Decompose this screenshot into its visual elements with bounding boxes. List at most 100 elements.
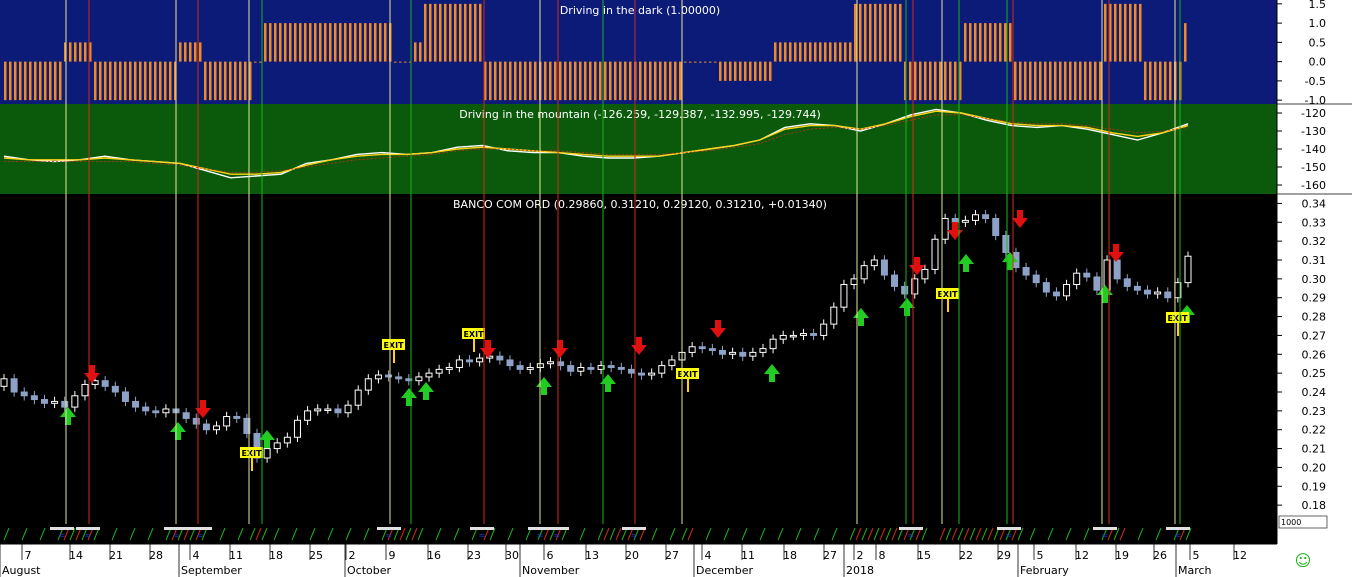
dark-y-label: 0.5 <box>1309 36 1327 49</box>
dark-bar <box>469 3 472 62</box>
dark-bar <box>854 3 857 62</box>
x-day-label: 14 <box>69 549 83 562</box>
candle-body <box>648 372 656 376</box>
dark-bar <box>384 23 387 62</box>
candle-body <box>850 278 858 286</box>
candle-body <box>1083 272 1091 278</box>
dark-bar <box>264 23 267 62</box>
dark-bar <box>739 61 742 81</box>
dark-bar <box>764 61 767 81</box>
dark-bar <box>544 61 547 101</box>
dark-bar <box>1094 61 1097 101</box>
dark-bar <box>39 61 42 101</box>
dark-bar <box>519 61 522 101</box>
candle-body <box>81 383 89 397</box>
dark-bar <box>169 61 172 101</box>
price-y-label: 0.34 <box>1302 197 1327 210</box>
dark-bar <box>829 42 832 62</box>
candle-body <box>30 395 38 401</box>
candle-body <box>334 408 342 414</box>
candle-body <box>324 408 332 411</box>
price-y-label: 0.20 <box>1302 461 1327 474</box>
mountain-y-label: -150 <box>1301 161 1326 174</box>
x-day-label: 18 <box>783 549 797 562</box>
dark-bar <box>494 61 497 101</box>
dark-bar <box>1029 61 1032 101</box>
candle-body <box>385 374 393 378</box>
dark-bar <box>694 61 697 63</box>
dark-bar <box>314 23 317 62</box>
dark-bar <box>19 61 22 101</box>
dark-bar <box>914 61 917 101</box>
candle-body <box>992 218 1000 236</box>
x-month-label: August <box>2 564 41 577</box>
candle-body <box>1022 267 1030 276</box>
dark-bar <box>504 61 507 101</box>
price-y-label: 0.32 <box>1302 235 1327 248</box>
candle-body <box>1123 278 1131 287</box>
x-day-label: 21 <box>109 549 123 562</box>
x-day-label: 30 <box>505 549 519 562</box>
dark-bar <box>949 61 952 101</box>
x-day-label: 29 <box>997 549 1011 562</box>
dark-bar <box>874 3 877 62</box>
dark-bar <box>549 61 552 101</box>
dark-bar <box>789 42 792 62</box>
dark-bar <box>109 61 112 101</box>
dark-bar <box>294 23 297 62</box>
candle-body <box>1154 291 1162 295</box>
candle-body <box>880 259 888 276</box>
dark-bar <box>479 3 482 62</box>
strip-glyph: ≈ <box>537 531 544 540</box>
dark-bar <box>909 61 912 101</box>
candle-body <box>121 391 129 402</box>
candle-body <box>152 410 160 414</box>
candle-body <box>61 400 69 408</box>
dark-bar <box>574 61 577 101</box>
dark-bar <box>524 61 527 101</box>
candle-body <box>314 408 322 412</box>
dark-bar <box>644 61 647 101</box>
dark-bar <box>979 23 982 62</box>
candle-body <box>1032 274 1040 284</box>
strip-bar <box>545 527 569 530</box>
candle-body <box>1144 289 1152 295</box>
x-month-label: December <box>696 564 754 577</box>
dark-bar <box>584 61 587 101</box>
candle-body <box>749 351 757 357</box>
candle-body <box>111 385 119 393</box>
dark-bar <box>284 23 287 62</box>
dark-bar <box>659 61 662 101</box>
dark-bar <box>1139 3 1142 62</box>
candle-body <box>1042 282 1050 293</box>
chart-stage: Driving in the dark (1.00000) Driving in… <box>0 0 1352 577</box>
candle-body <box>516 365 524 370</box>
dark-bar <box>1164 61 1167 101</box>
dark-bar <box>1104 3 1107 62</box>
dark-bar <box>594 61 597 101</box>
dark-bar <box>234 61 237 101</box>
dark-bar <box>159 61 162 101</box>
candle-body <box>708 348 716 352</box>
candle-body <box>830 306 838 325</box>
dark-bar <box>934 61 937 101</box>
dark-bar <box>1024 61 1027 101</box>
dark-bar <box>259 61 262 63</box>
candle-body <box>364 378 372 391</box>
candle-body <box>769 338 777 350</box>
candle-body <box>607 365 615 368</box>
dark-bar <box>564 61 567 101</box>
candle-body <box>293 419 301 438</box>
price-y-label: 0.23 <box>1302 405 1327 418</box>
candle-body <box>789 334 797 338</box>
candle-body <box>425 372 433 378</box>
exit-label: EXIT <box>677 370 698 379</box>
dark-bar <box>1154 61 1157 101</box>
x-day-label: 23 <box>467 549 481 562</box>
strip-bar <box>76 527 100 530</box>
dark-bar <box>1184 23 1187 62</box>
price-y-label: 0.26 <box>1302 348 1327 361</box>
x-day-label: 5 <box>1193 549 1200 562</box>
candle-body <box>971 214 979 221</box>
dark-bar <box>864 3 867 62</box>
